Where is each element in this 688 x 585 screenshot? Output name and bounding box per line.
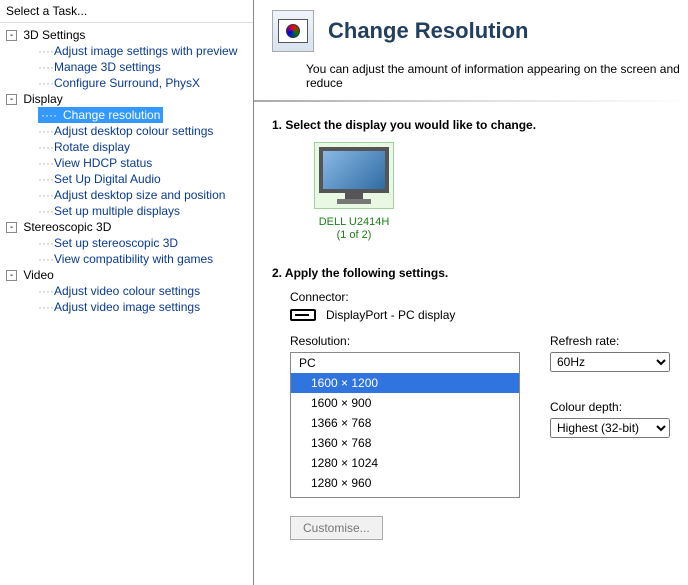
tree-item[interactable]: ····Adjust image settings with preview [2,43,251,59]
tree-item[interactable]: ····Set up stereoscopic 3D [2,235,251,251]
tree-group-stereoscopic-3d[interactable]: - Stereoscopic 3D [2,219,251,235]
resolution-label: Resolution: [290,334,520,348]
resolution-item[interactable]: 1366 × 768 [291,413,519,433]
refresh-label: Refresh rate: [550,334,670,348]
monitor-name: DELL U2414H [314,216,394,229]
page-title: Change Resolution [328,18,528,44]
resolution-list[interactable]: PC 1600 × 1200 1600 × 900 1366 × 768 136… [290,352,520,498]
refresh-rate-select[interactable]: 60Hz [550,352,670,372]
customise-button[interactable]: Customise... [290,516,383,540]
depth-label: Colour depth: [550,400,670,414]
tree-item[interactable]: ····View compatibility with games [2,251,251,267]
display-selector[interactable]: DELL U2414H (1 of 2) [314,142,394,242]
tree-item[interactable]: ····View HDCP status [2,155,251,171]
page-subtitle: You can adjust the amount of information… [254,56,688,100]
resolution-item[interactable]: 1280 × 960 [291,473,519,493]
title-row: Change Resolution [254,0,688,56]
collapse-icon[interactable]: - [6,270,17,281]
colour-depth-select[interactable]: Highest (32-bit) [550,418,670,438]
resolution-icon [272,10,314,52]
tree-item[interactable]: ····Adjust video image settings [2,299,251,315]
tree-item[interactable]: ····Adjust desktop size and position [2,187,251,203]
content: 1. Select the display you would like to … [254,102,688,556]
tree-item[interactable]: ····Adjust desktop colour settings [2,123,251,139]
resolution-item[interactable]: 1280 × 1024 [291,453,519,473]
main-panel: Change Resolution You can adjust the amo… [254,0,688,585]
resolution-item[interactable]: 1280 × 800 [291,493,519,498]
step1-heading: 1. Select the display you would like to … [272,118,670,132]
resolution-item[interactable]: 1600 × 900 [291,393,519,413]
collapse-icon[interactable]: - [6,30,17,41]
collapse-icon[interactable]: - [6,94,17,105]
monitor-index: (1 of 2) [314,229,394,242]
connector-value: DisplayPort - PC display [326,308,455,322]
sidebar: Select a Task... - 3D Settings ····Adjus… [0,0,254,585]
resolution-item[interactable]: 1600 × 1200 [291,373,519,393]
resolution-group-header: PC [291,353,519,373]
tree-item-change-resolution[interactable]: ····Change resolution [2,107,251,123]
tree-group-display[interactable]: - Display [2,91,251,107]
task-tree: - 3D Settings ····Adjust image settings … [0,23,253,319]
tree-item[interactable]: ····Adjust video colour settings [2,283,251,299]
sidebar-header: Select a Task... [0,0,253,23]
tree-item[interactable]: ····Set up multiple displays [2,203,251,219]
tree-item[interactable]: ····Manage 3D settings [2,59,251,75]
step2-heading: 2. Apply the following settings. [272,266,670,280]
resolution-item[interactable]: 1360 × 768 [291,433,519,453]
collapse-icon[interactable]: - [6,222,17,233]
connector-label: Connector: [290,290,670,304]
tree-group-video[interactable]: - Video [2,267,251,283]
tree-item[interactable]: ····Set Up Digital Audio [2,171,251,187]
tree-item[interactable]: ····Configure Surround, PhysX [2,75,251,91]
monitor-icon [319,147,389,193]
displayport-icon [290,309,316,321]
tree-item[interactable]: ····Rotate display [2,139,251,155]
tree-group-3d-settings[interactable]: - 3D Settings [2,27,251,43]
